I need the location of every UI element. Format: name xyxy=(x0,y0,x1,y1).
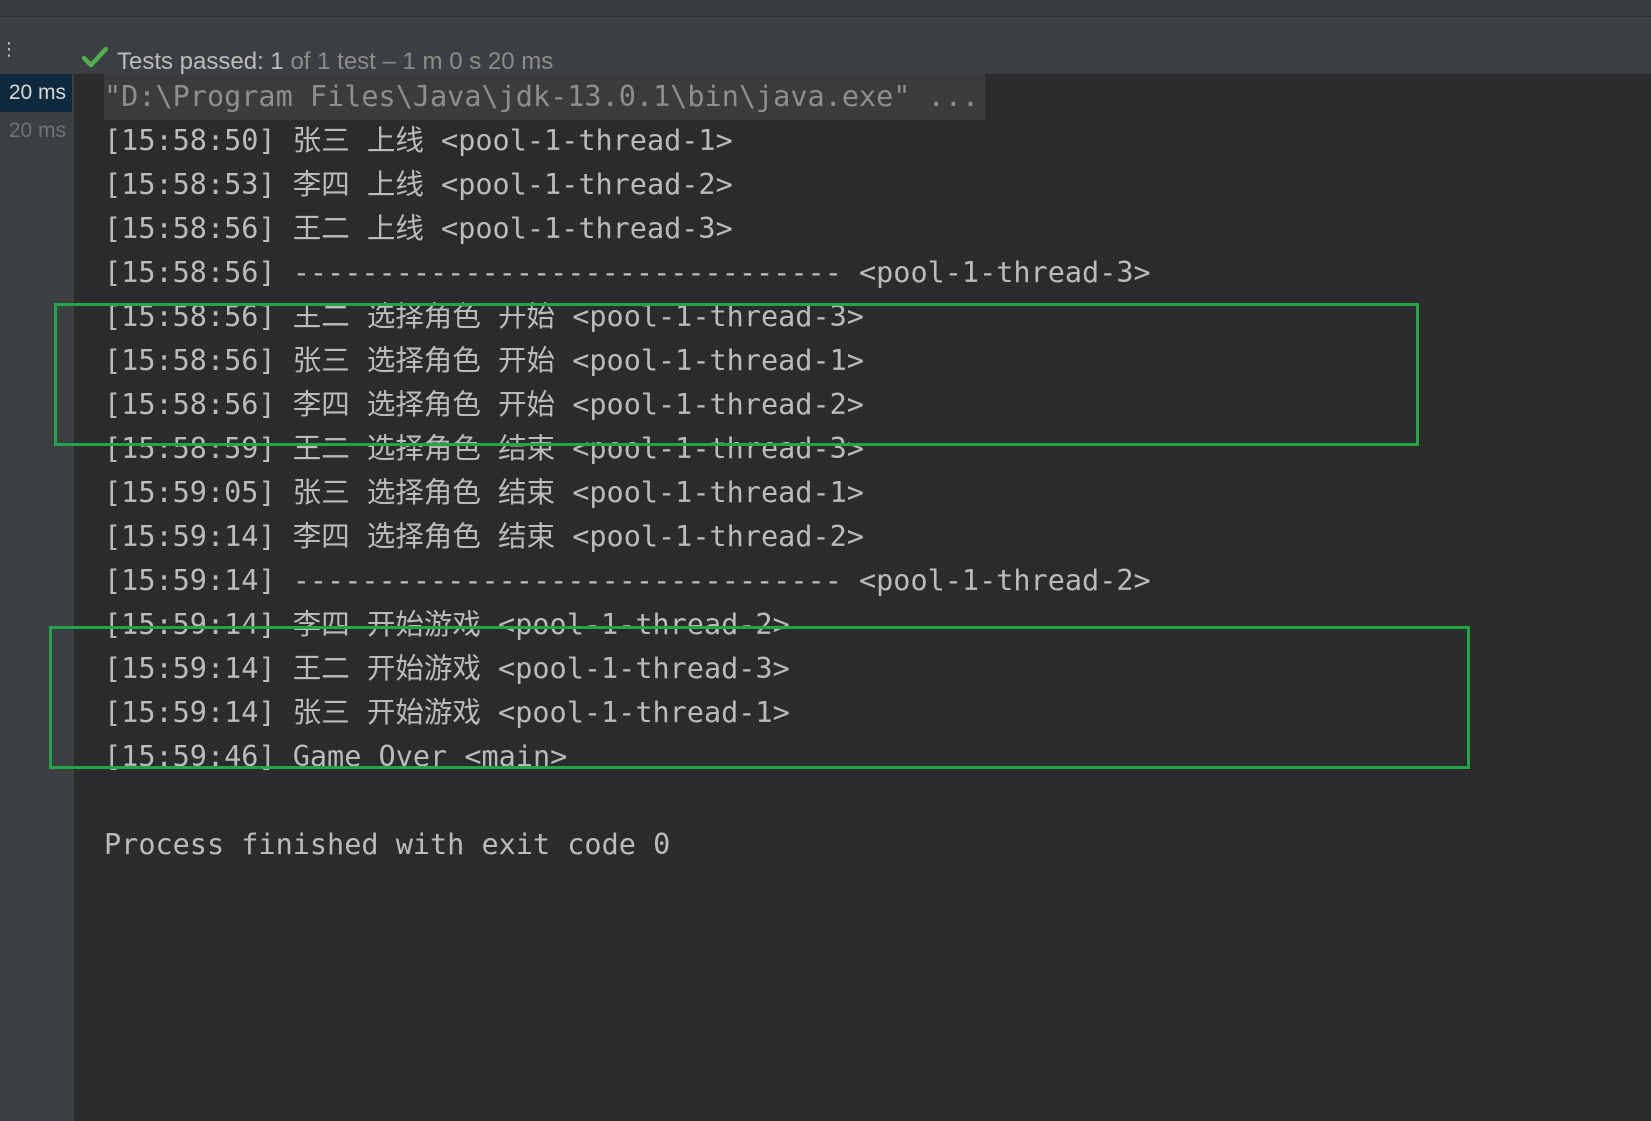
command-line[interactable]: "D:\Program Files\Java\jdk-13.0.1\bin\ja… xyxy=(104,74,986,120)
log-line: [15:58:56] 王二 上线 <pool-1-thread-3> xyxy=(104,212,733,245)
drag-handle-icon[interactable]: ⋮ xyxy=(0,37,18,63)
log-line: [15:58:53] 李四 上线 <pool-1-thread-2> xyxy=(104,168,733,201)
run-tool-window: ⋮ Tests passed: 1 of 1 test – 1 m 0 s 20… xyxy=(0,0,1651,1121)
status-summary: of 1 test – 1 m 0 s 20 ms xyxy=(283,48,554,75)
exit-code-line: Process finished with exit code 0 xyxy=(104,828,671,861)
log-line: [15:59:14] -----------------------------… xyxy=(104,564,1151,597)
log-line: [15:59:14] 李四 选择角色 结束 <pool-1-thread-2> xyxy=(104,520,864,553)
log-line: [15:58:56] -----------------------------… xyxy=(104,256,1151,289)
title-strip xyxy=(0,0,1651,17)
check-icon xyxy=(82,46,108,68)
log-line: [15:58:50] 张三 上线 <pool-1-thread-1> xyxy=(104,124,733,157)
test-tree-panel: 20 ms 20 ms xyxy=(0,74,74,1121)
highlight-box-game-start xyxy=(49,626,1470,769)
status-count: 1 xyxy=(270,48,284,75)
console-output[interactable]: "D:\Program Files\Java\jdk-13.0.1\bin\ja… xyxy=(74,74,1651,1121)
log-line: [15:59:05] 张三 选择角色 结束 <pool-1-thread-1> xyxy=(104,476,864,509)
test-duration-selected[interactable]: 20 ms xyxy=(0,74,72,112)
test-status-bar: ⋮ Tests passed: 1 of 1 test – 1 m 0 s 20… xyxy=(0,17,1651,75)
test-duration[interactable]: 20 ms xyxy=(0,112,72,150)
status-label: Tests passed: xyxy=(117,48,271,75)
highlight-box-role-select xyxy=(54,303,1419,446)
